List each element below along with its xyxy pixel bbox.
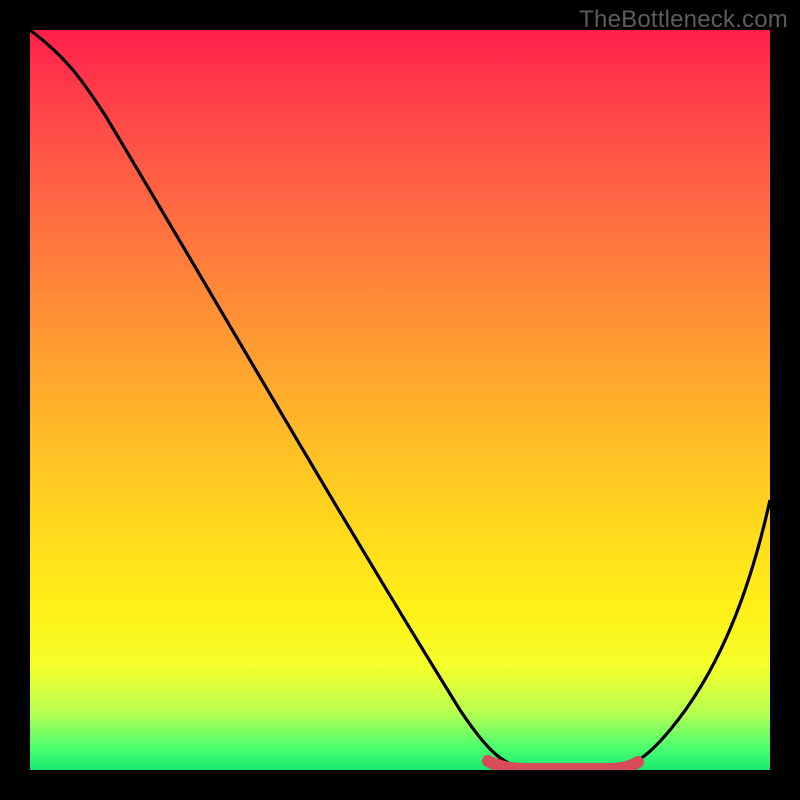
curve-path xyxy=(30,30,770,768)
chart-frame: TheBottleneck.com xyxy=(0,0,800,800)
curve-marker xyxy=(488,761,638,769)
plot-area xyxy=(30,30,770,770)
bottleneck-curve xyxy=(30,30,770,770)
